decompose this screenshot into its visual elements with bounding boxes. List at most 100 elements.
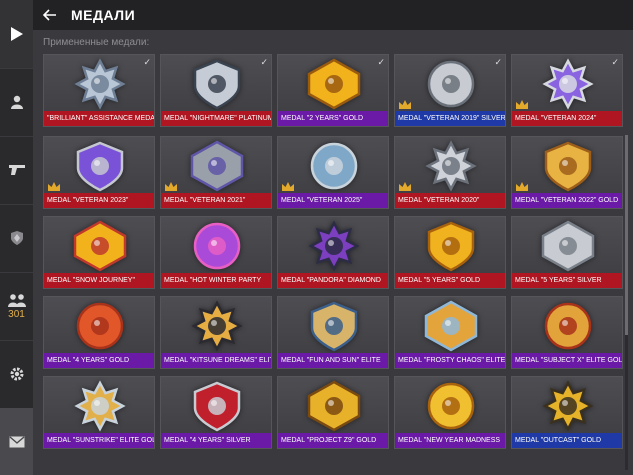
medal-name: MEDAL "OUTCAST" GOLD [512, 433, 622, 448]
clan-button[interactable]: 301 [0, 272, 33, 341]
medal-card[interactable]: MEDAL "PANDORA" DIAMOND [277, 216, 389, 289]
medal-art [395, 377, 505, 435]
medal-art [44, 377, 154, 435]
medal-icon [424, 300, 478, 352]
medal-art [44, 55, 154, 113]
medal-name: MEDAL "VETERAN 2023" [44, 193, 154, 208]
emblem-icon [10, 231, 23, 245]
applied-medal-card[interactable]: ✓ "BRILLIANT" ASSISTANCE MEDAL [43, 54, 155, 127]
medal-art [161, 55, 271, 113]
medal-card[interactable]: MEDAL "KITSUNE DREAMS" ELITE [160, 296, 272, 369]
applied-check-icon: ✓ [494, 57, 502, 67]
applied-medal-card[interactable]: ✓ MEDAL "2 YEARS" GOLD [277, 54, 389, 127]
medal-name: MEDAL "5 YEARS" GOLD [395, 273, 505, 288]
back-button[interactable] [43, 7, 59, 23]
medal-icon [310, 301, 358, 352]
medal-icon [544, 302, 592, 350]
medal-card[interactable]: MEDAL "FUN AND SUN" ELITE [277, 296, 389, 369]
clan-member-count: 301 [8, 308, 25, 320]
medal-name: MEDAL "SNOW JOURNEY" [44, 273, 154, 288]
sidebar: 301 [0, 0, 33, 475]
medal-name: MEDAL "5 YEARS" SILVER [512, 273, 622, 288]
pistol-icon [8, 165, 25, 175]
user-icon [10, 95, 23, 109]
medal-icon [74, 380, 126, 432]
profile-button[interactable] [0, 68, 33, 137]
applied-medal-card[interactable]: ✓ MEDAL "NIGHTMARE" PLATINUM [160, 54, 272, 127]
medal-card[interactable]: MEDAL "OUTCAST" GOLD [511, 376, 623, 449]
clan-icon [7, 293, 26, 307]
back-arrow-icon [43, 9, 56, 21]
medal-icon [544, 141, 592, 192]
medal-card[interactable]: MEDAL "4 YEARS" SILVER [160, 376, 272, 449]
medal-icon [541, 220, 595, 272]
medal-card[interactable]: MEDAL "SUNSTRIKE" ELITE GOLD [43, 376, 155, 449]
medal-name: MEDAL "VETERAN 2024" [512, 111, 622, 126]
top-bar: МЕДАЛИ [33, 0, 633, 30]
settings-button[interactable] [0, 340, 33, 409]
medal-name: MEDAL "2 YEARS" GOLD [278, 111, 388, 126]
applied-medal-card[interactable]: ✓ MEDAL "VETERAN 2024" [511, 54, 623, 127]
veteran-crown-icon [165, 182, 177, 191]
medal-card[interactable]: MEDAL "FROSTY CHAOS" ELITE [394, 296, 506, 369]
medal-name: MEDAL "4 YEARS" GOLD [44, 353, 154, 368]
medal-card[interactable]: MEDAL "4 YEARS" GOLD [43, 296, 155, 369]
medal-art [278, 217, 388, 275]
applied-medals-row: ✓ "BRILLIANT" ASSISTANCE MEDAL ✓ MEDAL "NIG… [43, 54, 623, 132]
veteran-crown-icon [282, 182, 294, 191]
veteran-crown-icon [48, 182, 60, 191]
medal-name: MEDAL "VETERAN 2020" [395, 193, 505, 208]
medal-art [512, 377, 622, 435]
mail-button[interactable] [0, 408, 33, 475]
medal-name: MEDAL "SUNSTRIKE" ELITE GOLD [44, 433, 154, 448]
medal-name: MEDAL "PANDORA" DIAMOND [278, 273, 388, 288]
medal-name: MEDAL "HOT WINTER PARTY [161, 273, 271, 288]
medal-icon [308, 220, 360, 272]
medal-card[interactable]: MEDAL "VETERAN 2021" [160, 136, 272, 209]
medal-name: MEDAL "PROJECT Z9" GOLD [278, 433, 388, 448]
achievements-button[interactable] [0, 204, 33, 273]
medal-card[interactable]: MEDAL "VETERAN 2023" [43, 136, 155, 209]
medal-icon [307, 380, 361, 432]
medal-card[interactable]: MEDAL "VETERAN 2020" [394, 136, 506, 209]
weapons-button[interactable] [0, 136, 33, 205]
medal-name: MEDAL "SUBJECT X" ELITE GOLD [512, 353, 622, 368]
medal-card[interactable]: MEDAL "SNOW JOURNEY" [43, 216, 155, 289]
medal-name: "BRILLIANT" ASSISTANCE MEDAL [44, 111, 154, 126]
medal-card[interactable]: MEDAL "PROJECT Z9" GOLD [277, 376, 389, 449]
medal-card[interactable]: MEDAL "VETERAN 2022" GOLD [511, 136, 623, 209]
medal-icon [193, 59, 241, 110]
medal-card[interactable]: MEDAL "5 YEARS" GOLD [394, 216, 506, 289]
medal-card[interactable]: MEDAL "HOT WINTER PARTY [160, 216, 272, 289]
medal-icon [73, 220, 127, 272]
medal-icon [193, 381, 241, 432]
medal-card[interactable]: MEDAL "5 YEARS" SILVER [511, 216, 623, 289]
veteran-crown-icon [399, 182, 411, 191]
medal-icon [76, 302, 124, 350]
medal-name: MEDAL "VETERAN 2019" SILVER [395, 111, 505, 126]
medal-name: MEDAL "VETERAN 2021" [161, 193, 271, 208]
medal-art [512, 297, 622, 355]
medal-art [512, 217, 622, 275]
applied-medals-label: Примененные медали: [43, 37, 150, 48]
veteran-crown-icon [516, 182, 528, 191]
medal-icon [425, 140, 477, 192]
medal-icon [427, 60, 475, 108]
play-button[interactable] [0, 0, 33, 69]
medal-art [278, 377, 388, 435]
applied-medal-card[interactable]: ✓ MEDAL "VETERAN 2019" SILVER [394, 54, 506, 127]
medal-card[interactable]: MEDAL "NEW YEAR MADNESS [394, 376, 506, 449]
medal-card[interactable]: MEDAL "VETERAN 2025" [277, 136, 389, 209]
veteran-crown-icon [399, 100, 411, 109]
medal-icon [427, 382, 475, 430]
envelope-icon [9, 435, 24, 447]
medal-name: MEDAL "VETERAN 2022" GOLD [512, 193, 622, 208]
medal-icon [76, 141, 124, 192]
medal-card[interactable]: MEDAL "SUBJECT X" ELITE GOLD [511, 296, 623, 369]
medal-icon [542, 380, 594, 432]
applied-check-icon: ✓ [143, 57, 151, 67]
medal-art [161, 297, 271, 355]
medal-name: MEDAL "NEW YEAR MADNESS [395, 433, 505, 448]
scrollbar-thumb[interactable] [625, 135, 628, 335]
medal-art [395, 297, 505, 355]
